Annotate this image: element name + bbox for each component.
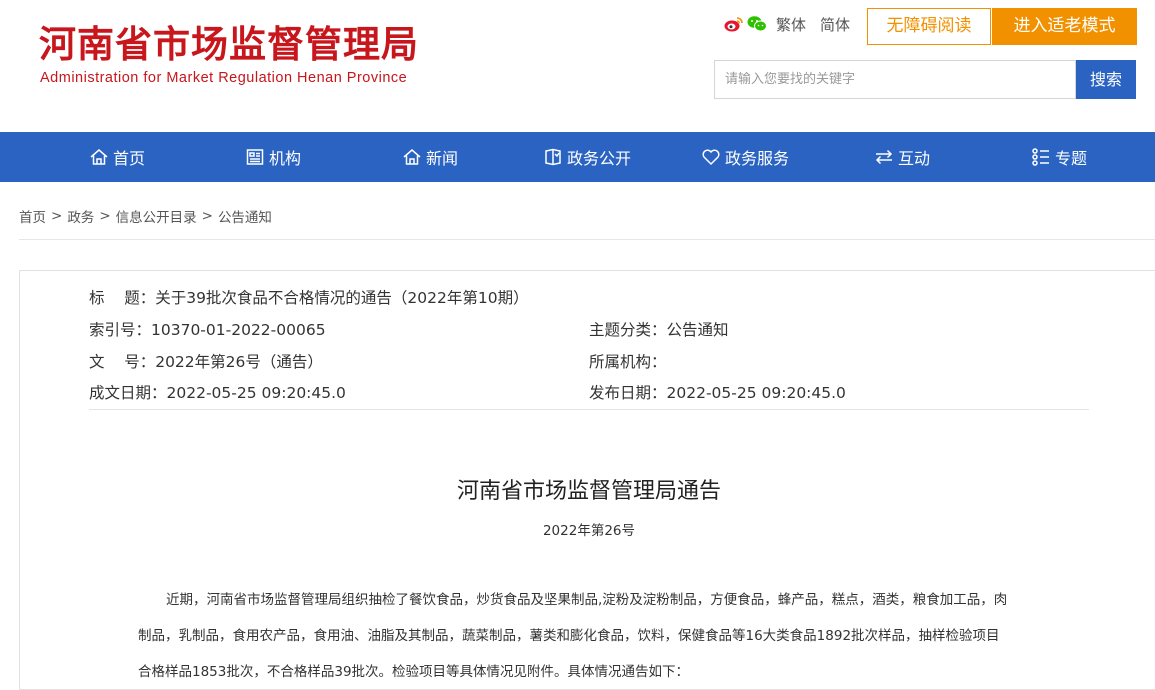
nav-item-gov-service[interactable]: 政务服务	[701, 132, 789, 182]
breadcrumb-info-catalog[interactable]: 信息公开目录	[116, 206, 197, 226]
news-icon	[402, 147, 422, 167]
nav-item-news[interactable]: 新闻	[402, 132, 458, 182]
weibo-icon[interactable]	[724, 15, 744, 33]
paragraph-line: 近期，河南省市场监督管理局组织抽检了餐饮食品，炒货食品及坚果制品,淀粉及淀粉制品…	[166, 592, 1008, 608]
org-icon	[245, 147, 265, 167]
divider	[89, 409, 1089, 410]
wechat-icon[interactable]	[747, 15, 767, 33]
breadcrumb-gov[interactable]: 政务	[67, 206, 94, 226]
paragraph-line: 制品，乳制品，食用农产品，食用油、油脂及其制品，蔬菜制品，薯类和膨化食品，饮料，…	[138, 628, 1000, 644]
home-icon	[89, 147, 109, 167]
nav-label: 机构	[269, 149, 302, 168]
nav-item-home[interactable]: 首页	[89, 132, 145, 182]
breadcrumb-separator: >	[201, 208, 213, 224]
accessible-reading-button[interactable]: 无障碍阅读	[867, 8, 991, 45]
breadcrumb-notices[interactable]: 公告通知	[218, 206, 272, 226]
search-button[interactable]: 搜索	[1076, 60, 1136, 99]
nav-label: 政务公开	[567, 149, 632, 168]
divider	[19, 239, 1155, 240]
nav-item-org[interactable]: 机构	[245, 132, 301, 182]
main-nav: 首页 机构 新闻 政务公开 政务服务 互动 专题	[0, 132, 1155, 182]
document-heading: 河南省市场监督管理局通告	[456, 479, 721, 504]
search-input[interactable]	[714, 60, 1076, 99]
nav-label: 专题	[1055, 149, 1088, 168]
gov-open-icon	[543, 147, 563, 167]
nav-label: 首页	[113, 149, 146, 168]
meta-org: 所属机构：	[589, 353, 667, 371]
traditional-chinese-link[interactable]: 繁体	[776, 14, 806, 35]
paragraph-line: 合格样品1853批次，不合格样品39批次。检验项目等具体情况见附件。具体情况通告…	[138, 664, 690, 680]
nav-label: 互动	[898, 149, 931, 168]
meta-topic: 主题分类：公告通知	[589, 321, 729, 339]
site-logo-subtitle: Administration for Market Regulation Hen…	[40, 70, 408, 86]
top-tools: 繁体 简体	[724, 13, 850, 35]
simplified-chinese-link[interactable]: 简体	[820, 14, 850, 35]
heart-icon	[701, 147, 721, 167]
breadcrumb-home[interactable]: 首页	[19, 206, 46, 226]
nav-label: 新闻	[426, 149, 459, 168]
interact-icon	[874, 147, 894, 167]
nav-item-gov-open[interactable]: 政务公开	[543, 132, 631, 182]
nav-item-topic[interactable]: 专题	[1031, 132, 1087, 182]
document-number: 2022年第26号	[542, 523, 636, 539]
meta-index-no: 索引号：10370-01-2022-00065	[89, 321, 326, 339]
nav-label: 政务服务	[725, 149, 790, 168]
meta-title: 标 题：关于39批次食品不合格情况的通告（2022年第10期）	[89, 289, 529, 307]
breadcrumb: 首页 > 政务 > 信息公开目录 > 公告通知	[19, 206, 272, 226]
meta-doc-no: 文 号：2022年第26号（通告）	[89, 353, 323, 371]
nav-item-interact[interactable]: 互动	[874, 132, 930, 182]
site-header: 河南省市场监督管理局 Administration for Market Reg…	[0, 0, 1155, 132]
breadcrumb-separator: >	[99, 208, 111, 224]
site-logo-title[interactable]: 河南省市场监督管理局	[39, 20, 419, 68]
meta-published-date: 发布日期：2022-05-25 09:20:45.0	[589, 384, 846, 402]
breadcrumb-separator: >	[51, 208, 63, 224]
topic-icon	[1031, 147, 1051, 167]
elder-mode-button[interactable]: 进入适老模式	[992, 8, 1137, 45]
meta-created-date: 成文日期：2022-05-25 09:20:45.0	[89, 384, 346, 402]
